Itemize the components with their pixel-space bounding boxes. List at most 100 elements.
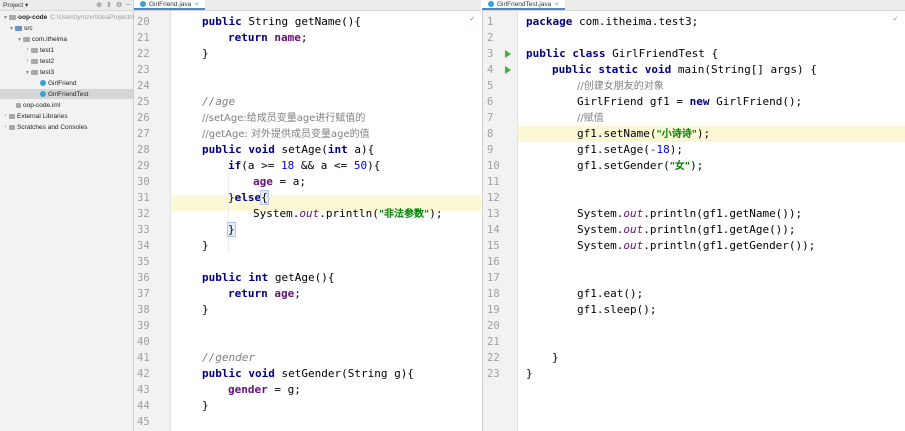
- line-number: 15: [487, 240, 500, 252]
- analysis-ok-icon[interactable]: ✓: [470, 14, 475, 23]
- tab-girlfriend-java[interactable]: GirlFriend.java ✕: [134, 0, 206, 10]
- tree-item-src[interactable]: ▾ src: [8, 23, 33, 33]
- code-line-13: System.out.println(gf1.getName());: [577, 207, 803, 220]
- line-number: 13: [487, 208, 500, 220]
- minimize-icon[interactable]: –: [126, 1, 130, 9]
- code-line-30: age = a;: [253, 175, 306, 188]
- line-number: 43: [137, 384, 150, 396]
- line-number: 40: [137, 336, 150, 348]
- line-number: 18: [487, 288, 500, 300]
- line-number: 32: [137, 208, 150, 220]
- line-number: 36: [137, 272, 150, 284]
- tree-item-com-itheima[interactable]: ▾ com.itheima: [16, 34, 67, 44]
- java-class-icon: [40, 80, 46, 86]
- tree-item-girlfriend[interactable]: GirlFriend: [40, 78, 77, 88]
- line-number: 45: [137, 416, 150, 428]
- tree-item-test2[interactable]: › test2: [24, 56, 55, 66]
- close-icon[interactable]: ✕: [194, 1, 199, 8]
- tab-girlfriendtest-java[interactable]: GirlFriendTest.java ✕: [482, 0, 566, 10]
- line-number: 41: [137, 352, 150, 364]
- line-number: 23: [137, 64, 150, 76]
- line-number: 39: [137, 320, 150, 332]
- code-line-10: gf1.setGender("女");: [577, 159, 704, 172]
- package-icon: [31, 47, 38, 53]
- line-number: 22: [137, 48, 150, 60]
- collapse-icon[interactable]: ⇕: [106, 1, 112, 9]
- code-line-14: System.out.println(gf1.getAge());: [577, 223, 796, 236]
- code-line-9: gf1.setAge(-18);: [577, 143, 683, 156]
- project-panel-header: Project ▾ ⊕ ⇕ ⚙ –: [0, 0, 133, 11]
- line-number: 35: [137, 256, 150, 268]
- line-number: 20: [487, 320, 500, 332]
- globe-icon[interactable]: ⊕: [96, 1, 102, 9]
- code-line-6: GirlFriend gf1 = new GirlFriend();: [577, 95, 803, 108]
- line-number: 25: [137, 96, 150, 108]
- tree-item-iml[interactable]: oop-code.iml: [16, 100, 60, 110]
- source-folder-icon: [15, 25, 22, 31]
- line-number: 30: [137, 176, 150, 188]
- line-number: 29: [137, 160, 150, 172]
- code-line-43: gender = g;: [228, 383, 301, 396]
- code-line-8: gf1.setName("小诗诗");: [577, 127, 711, 140]
- line-number: 17: [487, 272, 500, 284]
- line-number: 22: [487, 352, 500, 364]
- line-number: 3: [487, 48, 494, 60]
- code-line-36: public int getAge(){: [202, 271, 335, 284]
- line-number: 23: [487, 368, 500, 380]
- project-view-dropdown[interactable]: Project ▾: [3, 1, 28, 9]
- tree-item-girlfriendtest[interactable]: GirlFriendTest: [0, 89, 133, 99]
- chevron-right-icon[interactable]: ›: [24, 58, 31, 64]
- code-line-15: System.out.println(gf1.getGender());: [577, 239, 816, 252]
- line-number: 24: [137, 80, 150, 92]
- tree-item-scratches[interactable]: › Scratches and Consoles: [2, 122, 88, 132]
- line-number: 10: [487, 160, 500, 172]
- line-number: 2: [487, 32, 494, 44]
- line-number: 12: [487, 192, 500, 204]
- run-main-icon[interactable]: [505, 66, 511, 74]
- line-number: 31: [137, 192, 150, 204]
- line-number: 38: [137, 304, 150, 316]
- code-line-3: public class GirlFriendTest {: [526, 47, 719, 60]
- chevron-right-icon[interactable]: ›: [24, 47, 31, 53]
- analysis-ok-icon[interactable]: ✓: [893, 14, 898, 23]
- line-number: 1: [487, 16, 494, 28]
- line-number: 6: [487, 96, 494, 108]
- line-number: 27: [137, 128, 150, 140]
- line-number: 11: [487, 176, 500, 188]
- java-class-icon: [488, 1, 494, 7]
- line-number: 9: [487, 144, 494, 156]
- line-number: 20: [137, 16, 150, 28]
- code-line-7: //赋值: [577, 113, 604, 124]
- code-line-21: return name;: [228, 31, 308, 44]
- project-panel: Project ▾ ⊕ ⇕ ⚙ – ▾ oop-code C:\Users\ym…: [0, 0, 140, 431]
- line-number: 42: [137, 368, 150, 380]
- chevron-right-icon[interactable]: ›: [2, 124, 9, 130]
- line-number: 26: [137, 112, 150, 124]
- tree-item-test1[interactable]: › test1: [24, 45, 55, 55]
- chevron-down-icon[interactable]: ▾: [8, 25, 15, 32]
- close-icon[interactable]: ✕: [554, 1, 559, 8]
- libraries-icon: [9, 113, 15, 119]
- package-icon: [31, 58, 38, 64]
- code-line-1: package com.itheima.test3;: [526, 15, 699, 28]
- left-editor[interactable]: 20 21 22 23 24 25 26 27 28 29 30 31 32 3…: [134, 11, 481, 431]
- line-number: 7: [487, 112, 494, 124]
- run-class-icon[interactable]: [505, 50, 511, 58]
- line-number: 33: [137, 224, 150, 236]
- code-line-33: }: [227, 222, 236, 237]
- code-line-19: gf1.sleep();: [577, 303, 657, 316]
- indent-guide: [228, 173, 229, 253]
- gear-icon[interactable]: ⚙: [116, 1, 122, 9]
- tree-item-external-libraries[interactable]: › External Libraries: [2, 111, 68, 121]
- package-icon: [23, 36, 30, 42]
- tree-item-oop-code[interactable]: ▾ oop-code C:\Users\ymzxr\IdeaProjects\.…: [2, 12, 140, 22]
- left-gutter: 20 21 22 23 24 25 26 27 28 29 30 31 32 3…: [134, 11, 171, 431]
- chevron-down-icon[interactable]: ▾: [16, 36, 23, 43]
- chevron-down-icon[interactable]: ▾: [24, 69, 31, 76]
- line-number: 28: [137, 144, 150, 156]
- right-editor[interactable]: 1 2 3 4 5 6 7 8 9 10 11 12 13 14 15 16 1…: [482, 11, 905, 431]
- right-gutter: 1 2 3 4 5 6 7 8 9 10 11 12 13 14 15 16 1…: [483, 11, 518, 431]
- chevron-right-icon[interactable]: ›: [2, 113, 9, 119]
- chevron-down-icon[interactable]: ▾: [2, 14, 9, 21]
- tree-item-test3[interactable]: ▾ test3: [24, 67, 54, 77]
